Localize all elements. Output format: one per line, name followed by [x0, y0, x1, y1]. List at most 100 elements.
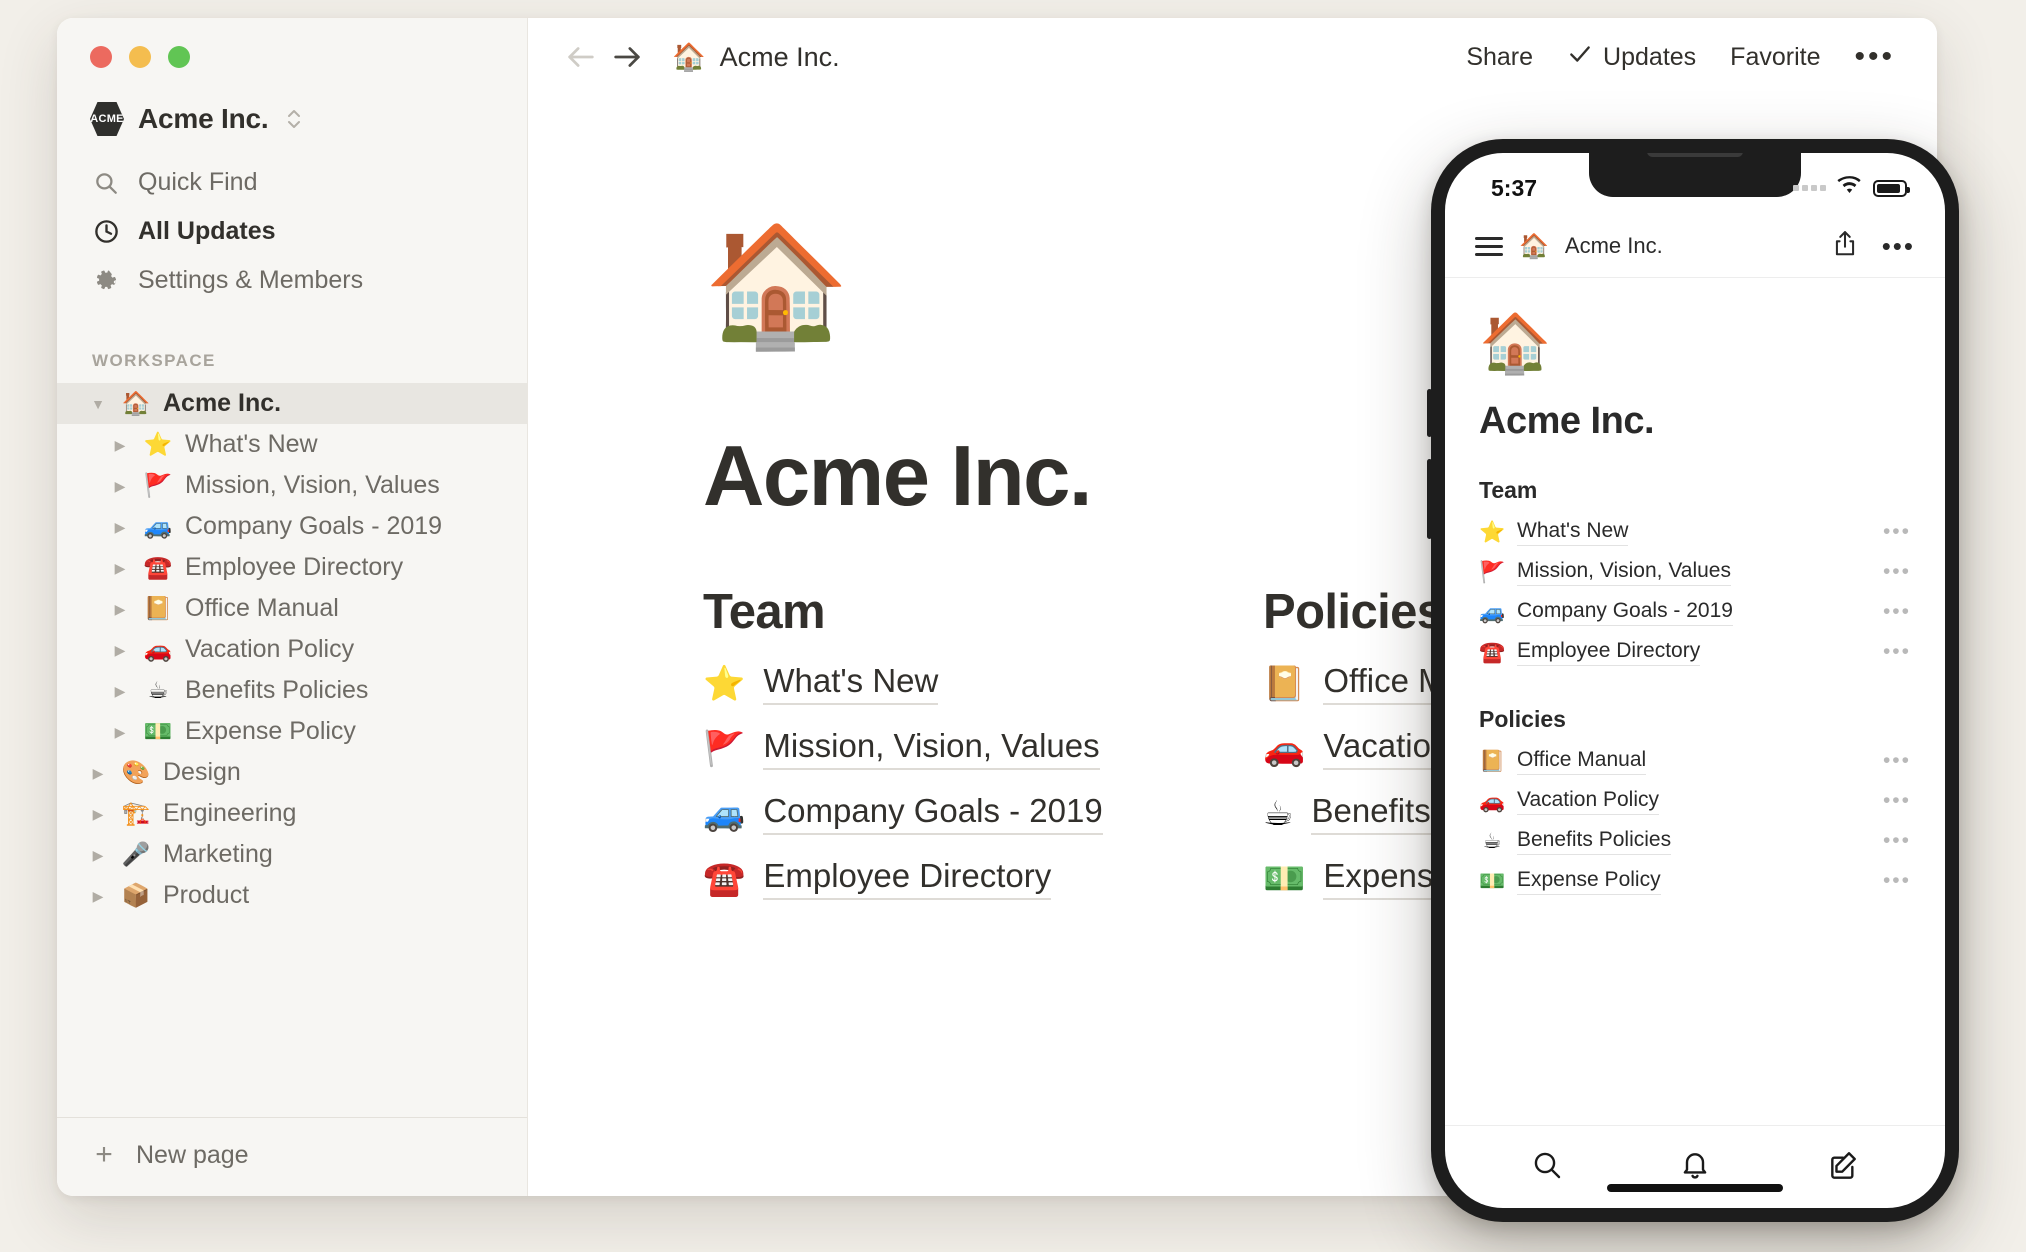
- hamburger-icon[interactable]: [1475, 236, 1503, 256]
- phone-volume-up-button[interactable]: [1427, 389, 1432, 437]
- chevron-right-icon[interactable]: ▶: [87, 807, 109, 821]
- phone-list-item[interactable]: 🚗 Vacation Policy •••: [1479, 781, 1911, 821]
- sidebar-tree-item[interactable]: ▶ ☕ Benefits Policies: [57, 670, 527, 711]
- favorite-label: Favorite: [1730, 42, 1821, 71]
- sidebar-tree-item[interactable]: ▶ ☎️ Employee Directory: [57, 547, 527, 588]
- sidebar-tree-item[interactable]: ▶ 🎨 Design: [57, 752, 527, 793]
- plus-icon: +: [95, 1138, 113, 1171]
- share-button[interactable]: Share: [1466, 43, 1533, 72]
- phone-list-item[interactable]: ☎️ Employee Directory •••: [1479, 632, 1911, 672]
- sidebar-tree-item[interactable]: ▼ 🏠 Acme Inc.: [57, 383, 527, 424]
- page-column: Team ⭐ What's New 🚩 Mission, Vision, Values 🚙…: [703, 584, 1263, 900]
- compose-icon[interactable]: [1827, 1149, 1859, 1186]
- workspace-name: Acme Inc.: [138, 103, 269, 134]
- phone-list-item-menu-icon[interactable]: •••: [1883, 790, 1911, 810]
- phone-home-indicator[interactable]: [1607, 1184, 1783, 1192]
- sidebar-item-label: Quick Find: [138, 168, 258, 196]
- page-link-row[interactable]: 🚙 Company Goals - 2019: [703, 792, 1263, 835]
- chevron-right-icon[interactable]: ▶: [109, 643, 131, 657]
- search-icon[interactable]: [1531, 1149, 1563, 1186]
- sidebar-tree-item-label: Vacation Policy: [185, 635, 355, 663]
- phone-list-item[interactable]: ☕ Benefits Policies •••: [1479, 821, 1911, 861]
- chevron-right-icon[interactable]: ▶: [109, 479, 131, 493]
- phone-cover-emoji: 🏠: [1479, 309, 1552, 377]
- chevron-right-icon[interactable]: ▶: [109, 561, 131, 575]
- sidebar-tree-item[interactable]: ▶ 🚩 Mission, Vision, Values: [57, 465, 527, 506]
- page-emoji-icon: ⭐: [703, 663, 746, 704]
- phone-list-item[interactable]: 🚙 Company Goals - 2019 •••: [1479, 592, 1911, 632]
- phone-page-title: Acme Inc.: [1479, 400, 1655, 442]
- chevron-right-icon[interactable]: ▶: [109, 602, 131, 616]
- phone-list-item-label: Expense Policy: [1517, 868, 1661, 895]
- chevron-right-icon[interactable]: ▶: [109, 684, 131, 698]
- chevron-right-icon[interactable]: ▶: [109, 725, 131, 739]
- chevron-right-icon[interactable]: ▶: [87, 889, 109, 903]
- sidebar-tree-item-label: Company Goals - 2019: [185, 512, 443, 540]
- phone-list-item-menu-icon[interactable]: •••: [1883, 521, 1911, 541]
- share-icon[interactable]: [1832, 230, 1858, 263]
- sidebar-item-settings-members[interactable]: Settings & Members: [57, 256, 527, 305]
- phone-list-item[interactable]: ⭐ What's New •••: [1479, 512, 1911, 552]
- sidebar-tree-item[interactable]: ▶ 🎤 Marketing: [57, 834, 527, 875]
- breadcrumb-label: Acme Inc.: [719, 41, 840, 72]
- sidebar-tree-item[interactable]: ▶ 💵 Expense Policy: [57, 711, 527, 752]
- phone-volume-down-button[interactable]: [1427, 459, 1432, 539]
- sidebar-item-all-updates[interactable]: All Updates: [57, 207, 527, 256]
- signal-dots-icon: [1793, 185, 1826, 191]
- minimize-window-button[interactable]: [129, 46, 151, 68]
- phone-header: 🏠 Acme Inc. •••: [1445, 215, 1945, 278]
- page-emoji-icon: 🚙: [1479, 599, 1506, 624]
- chevron-right-icon[interactable]: ▶: [109, 520, 131, 534]
- more-options-icon[interactable]: •••: [1854, 42, 1895, 72]
- sidebar-page-tree: ▼ 🏠 Acme Inc. ▶ ⭐ What's New ▶ 🚩 Mission, Vision…: [57, 383, 527, 1117]
- new-page-button[interactable]: + New page: [57, 1117, 527, 1196]
- sidebar-tree-item-label: Marketing: [163, 840, 273, 868]
- page-link-row[interactable]: 🚩 Mission, Vision, Values: [703, 727, 1263, 770]
- sidebar-item-quick-find[interactable]: Quick Find: [57, 158, 527, 207]
- page-link-row[interactable]: ☎️ Employee Directory: [703, 857, 1263, 900]
- workspace-switcher[interactable]: ACME Acme Inc.: [57, 68, 527, 136]
- sidebar-tree-item-label: Employee Directory: [185, 553, 404, 581]
- phone-list-item[interactable]: 💵 Expense Policy •••: [1479, 861, 1911, 901]
- phone-list-item-menu-icon[interactable]: •••: [1883, 870, 1911, 890]
- phone-list-item[interactable]: 📔 Office Manual •••: [1479, 741, 1911, 781]
- arrow-right-icon[interactable]: [604, 34, 650, 80]
- page-emoji-icon: 📔: [143, 596, 173, 622]
- bell-icon[interactable]: [1679, 1149, 1711, 1186]
- chevron-right-icon[interactable]: ▶: [87, 848, 109, 862]
- updates-label: Updates: [1603, 42, 1697, 71]
- phone-list-item-menu-icon[interactable]: •••: [1883, 750, 1911, 770]
- page-emoji-icon: 📔: [1479, 748, 1506, 773]
- phone-list-item[interactable]: 🚩 Mission, Vision, Values •••: [1479, 552, 1911, 592]
- chevron-right-icon[interactable]: ▶: [87, 766, 109, 780]
- phone-tab-bar: [1445, 1125, 1945, 1208]
- phone-list-item-menu-icon[interactable]: •••: [1883, 601, 1911, 621]
- sidebar-tree-item[interactable]: ▶ 📔 Office Manual: [57, 588, 527, 629]
- acme-logo-icon: ACME: [90, 102, 124, 136]
- phone-list-item-menu-icon[interactable]: •••: [1883, 830, 1911, 850]
- close-window-button[interactable]: [90, 46, 112, 68]
- phone-list-item-label: Vacation Policy: [1517, 788, 1660, 815]
- sidebar-tree-item[interactable]: ▶ 🏗️ Engineering: [57, 793, 527, 834]
- sidebar-tree-item[interactable]: ▶ 🚙 Company Goals - 2019: [57, 506, 527, 547]
- maximize-window-button[interactable]: [168, 46, 190, 68]
- chevron-down-icon[interactable]: ▼: [87, 397, 109, 411]
- sidebar-tree-item-label: Engineering: [163, 799, 297, 827]
- page-emoji-icon: 📔: [1263, 663, 1306, 704]
- phone-header-actions: •••: [1832, 230, 1915, 263]
- arrow-left-icon[interactable]: [558, 34, 604, 80]
- phone-list-item-menu-icon[interactable]: •••: [1883, 561, 1911, 581]
- phone-list-item-label: Office Manual: [1517, 748, 1647, 775]
- chevron-right-icon[interactable]: ▶: [109, 438, 131, 452]
- favorite-button[interactable]: Favorite: [1730, 43, 1820, 72]
- sidebar-tree-item[interactable]: ▶ ⭐ What's New: [57, 424, 527, 465]
- phone-list-item-menu-icon[interactable]: •••: [1883, 641, 1911, 661]
- sidebar-tree-item[interactable]: ▶ 🚗 Vacation Policy: [57, 629, 527, 670]
- page-link-row[interactable]: ⭐ What's New: [703, 662, 1263, 705]
- breadcrumb[interactable]: 🏠 Acme Inc.: [672, 41, 840, 74]
- page-emoji-icon: 📦: [121, 883, 151, 909]
- sidebar-tree-item[interactable]: ▶ 📦 Product: [57, 875, 527, 916]
- phone-more-options-icon[interactable]: •••: [1882, 233, 1915, 259]
- clock-icon: [92, 218, 120, 246]
- updates-button[interactable]: Updates: [1567, 41, 1696, 74]
